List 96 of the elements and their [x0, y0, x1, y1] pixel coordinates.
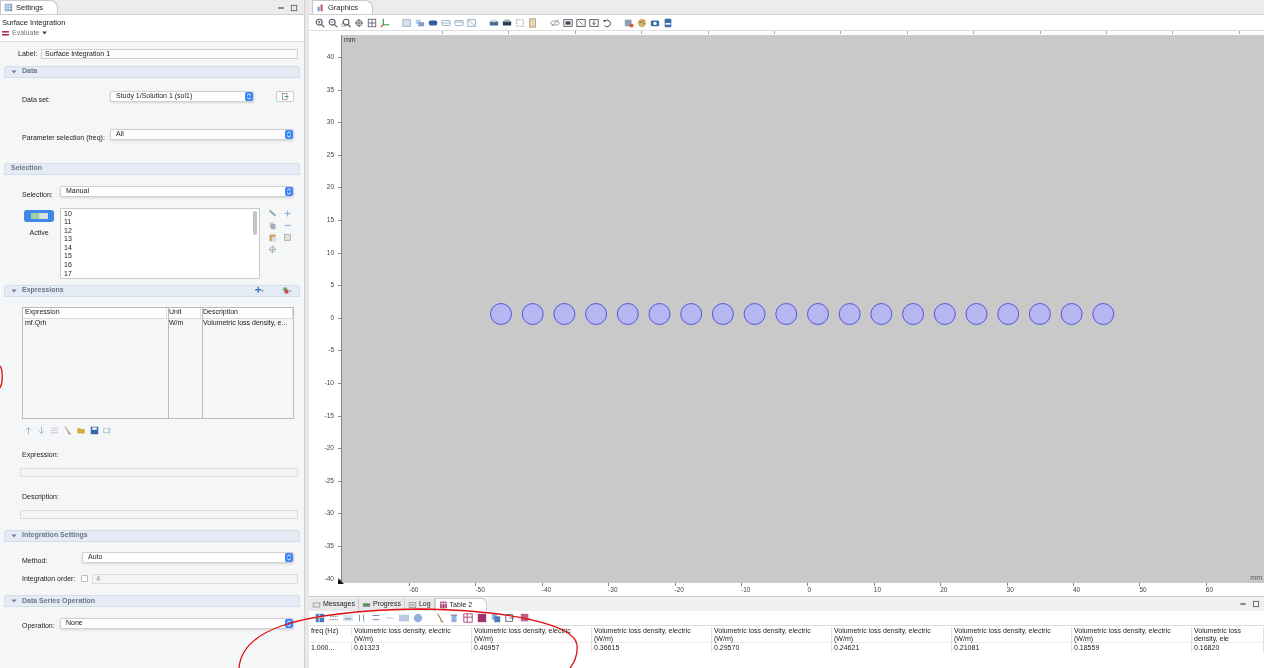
maximize-icon[interactable]: [290, 4, 298, 12]
axes-icon[interactable]: [380, 17, 390, 28]
dropdown-arrow-icon: [285, 130, 293, 139]
printer-icon[interactable]: [502, 17, 512, 28]
paste-icon[interactable]: [268, 232, 277, 242]
broom-icon[interactable]: [63, 425, 72, 435]
circle: [775, 303, 798, 325]
hatched-icon[interactable]: [467, 17, 477, 28]
grid-icon: [4, 3, 13, 12]
plus-icon[interactable]: [283, 208, 292, 218]
table-icon: [438, 601, 448, 609]
zoom-box-icon[interactable]: [341, 17, 351, 28]
circle: [933, 303, 956, 325]
caret-icon: [42, 31, 48, 35]
checkbox[interactable]: [81, 575, 89, 583]
circle: [1092, 303, 1115, 325]
circle: [902, 303, 924, 325]
dropdown-arrow-icon: [285, 618, 293, 628]
circle: [1029, 303, 1051, 325]
circle: [490, 303, 512, 325]
circle: [553, 303, 576, 325]
circle: [585, 303, 607, 325]
maximize-icon[interactable]: [1252, 600, 1260, 608]
scene-icon[interactable]: [624, 17, 634, 28]
pencil-icon[interactable]: [268, 208, 277, 218]
circle: [807, 303, 829, 325]
zoom-extents-icon[interactable]: [367, 17, 377, 28]
zoom-in-icon[interactable]: [315, 17, 325, 28]
auto-icon[interactable]: [343, 613, 353, 623]
circle: [997, 303, 1020, 325]
minimize-icon[interactable]: [1239, 600, 1247, 608]
dropdown-arrow-icon: [285, 553, 293, 562]
save-icon[interactable]: [90, 425, 99, 435]
palette-icon[interactable]: [637, 17, 647, 28]
circle: [870, 303, 893, 325]
circle: [648, 303, 671, 325]
trash-icon[interactable]: [449, 613, 459, 623]
collapse-triangle-icon[interactable]: [11, 68, 17, 75]
window-icon[interactable]: [589, 17, 599, 28]
expression-field[interactable]: [20, 467, 298, 477]
zoom-out-icon[interactable]: [328, 17, 338, 28]
scrollbar-thumb[interactable]: [253, 210, 257, 235]
ruler-icon[interactable]: [528, 17, 538, 28]
progress-icon: [361, 600, 371, 609]
window-icon[interactable]: [563, 17, 573, 28]
log-icon: [407, 600, 417, 609]
dataset-action-button[interactable]: [276, 91, 294, 102]
precision-icon[interactable]: [371, 613, 381, 623]
copy-icon[interactable]: [268, 220, 277, 230]
graphics-icon: [316, 3, 325, 12]
collapse-triangle-icon[interactable]: [11, 532, 17, 539]
equals-icon: [2, 30, 9, 36]
crosshair-icon[interactable]: [354, 17, 364, 28]
table-icon[interactable]: [463, 613, 473, 623]
collapse-triangle-icon[interactable]: [11, 598, 17, 604]
zoom-selection-icon[interactable]: [283, 232, 292, 242]
copy-icon[interactable]: [491, 613, 501, 623]
circle: [1060, 303, 1083, 325]
annotation-mark: [0, 365, 3, 389]
message-icon: [312, 600, 321, 609]
circle: [521, 303, 544, 325]
minimize-icon[interactable]: [277, 4, 285, 12]
add-expression-icon[interactable]: [253, 286, 265, 295]
decimal-icon[interactable]: [329, 613, 339, 623]
circle: [616, 303, 639, 325]
globe-icon[interactable]: [413, 613, 423, 623]
circle: [680, 303, 703, 325]
dropdown-arrow-icon: [245, 92, 253, 101]
frame-icon[interactable]: [454, 17, 464, 28]
undo-icon[interactable]: [602, 17, 612, 28]
broom-icon[interactable]: [435, 613, 445, 623]
circle: [712, 303, 734, 325]
export-icon[interactable]: [505, 613, 515, 623]
precision-icon[interactable]: [357, 613, 367, 623]
circle: [743, 303, 766, 325]
move-down-icon[interactable]: [37, 425, 46, 435]
copy-icon: [280, 92, 290, 101]
window-icon[interactable]: [576, 17, 586, 28]
folder-icon[interactable]: [76, 425, 86, 435]
table-menu-icon[interactable]: [519, 613, 531, 623]
replace-expression-icon[interactable]: [281, 286, 293, 295]
circle: [965, 303, 988, 325]
plot-icon[interactable]: [477, 613, 487, 623]
move-up-icon[interactable]: [24, 425, 33, 435]
description-field[interactable]: [20, 509, 298, 519]
dropdown-arrow-icon: [285, 187, 293, 196]
circle: [838, 303, 861, 325]
printer-icon[interactable]: [663, 17, 673, 28]
table-format-icon[interactable]: [315, 613, 325, 623]
axis-origin-icon: [338, 578, 344, 584]
active-toggle[interactable]: [24, 209, 54, 222]
target-icon[interactable]: [268, 244, 277, 254]
overlap-icon[interactable]: [415, 17, 425, 28]
edit-icon[interactable]: [402, 17, 412, 28]
collapse-triangle-icon[interactable]: [11, 287, 17, 294]
printer-icon[interactable]: [489, 17, 499, 28]
